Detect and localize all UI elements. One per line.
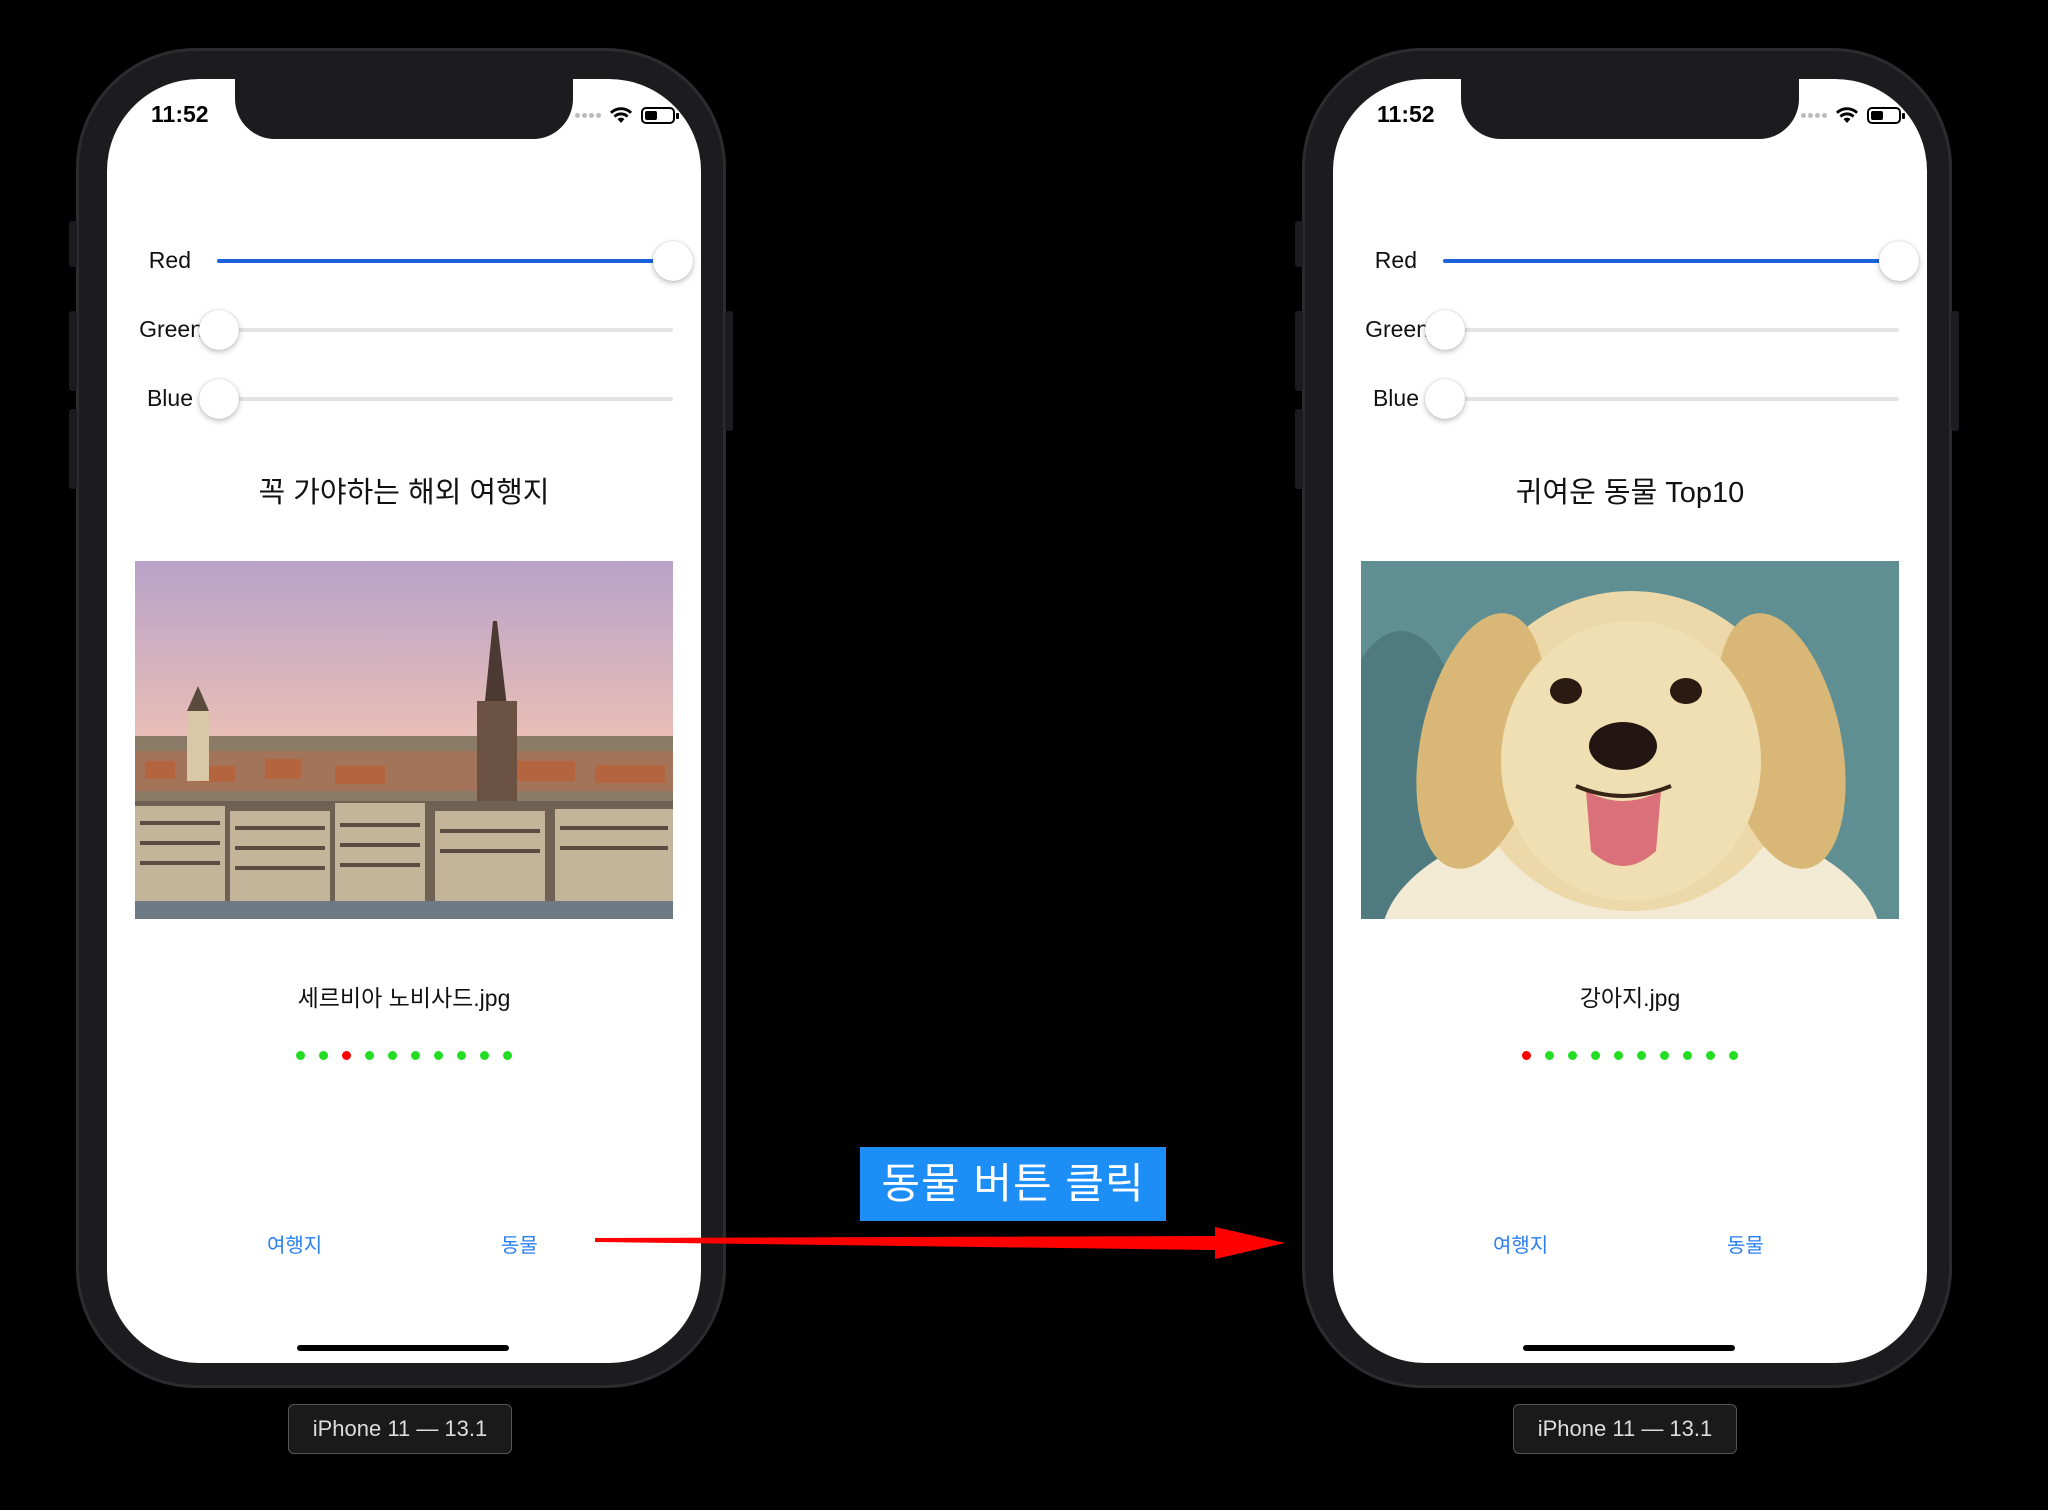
slider-red-fill: [1443, 259, 1899, 263]
image-filename: 세르비아 노비사드.jpg: [297, 985, 511, 1011]
page-dot: [1660, 1051, 1669, 1060]
slider-blue[interactable]: [199, 379, 673, 419]
signal-icon: [575, 112, 601, 118]
page-dot: [1568, 1051, 1577, 1060]
slider-row-blue: Blue: [107, 373, 701, 423]
slider-red[interactable]: [1443, 241, 1919, 281]
puppy-photo: [1361, 561, 1899, 919]
volume-up-button: [69, 311, 77, 391]
page-dot: [296, 1051, 305, 1060]
page-dot: [1683, 1051, 1692, 1060]
travel-button[interactable]: 여행지: [1493, 1229, 1548, 1258]
page-dot: [1729, 1051, 1738, 1060]
animal-button[interactable]: 동물: [1727, 1229, 1764, 1258]
slider-blue-thumb[interactable]: [1425, 379, 1465, 419]
slider-label-green: Green: [1365, 316, 1429, 342]
status-icons: [1801, 106, 1905, 124]
slider-row-green: Green: [107, 304, 701, 354]
home-indicator: [1523, 1345, 1735, 1351]
animal-button[interactable]: 동물: [501, 1229, 538, 1258]
notch: [1461, 79, 1799, 139]
page-dot: [457, 1051, 466, 1060]
slider-label-red: Red: [1374, 247, 1417, 273]
power-button: [725, 311, 733, 431]
page-indicator[interactable]: [1333, 1051, 1927, 1060]
slider-red-thumb[interactable]: [1879, 241, 1919, 281]
city-photo: [135, 561, 673, 919]
travel-button[interactable]: 여행지: [267, 1229, 322, 1258]
page-dot: [1591, 1051, 1600, 1060]
slider-red-fill: [217, 259, 673, 263]
volume-up-button: [1295, 311, 1303, 391]
slider-row-red: Red: [107, 235, 701, 285]
status-icons: [575, 106, 679, 124]
page-dot: [1522, 1051, 1531, 1060]
signal-icon: [1801, 112, 1827, 118]
slider-label-red: Red: [148, 247, 191, 273]
slider-green-thumb[interactable]: [199, 310, 239, 350]
page-dot: [480, 1051, 489, 1060]
slider-row-green: Green: [1333, 304, 1927, 354]
screen: 11:52 Red Green Blue 귀여운 동물 Top10 강아지.jp…: [1333, 79, 1927, 1363]
slider-label-blue: Blue: [146, 385, 193, 411]
slider-green[interactable]: [199, 310, 673, 350]
slider-row-red: Red: [1333, 235, 1927, 285]
page-title: 귀여운 동물 Top10: [1515, 477, 1745, 509]
page-dot: [342, 1051, 351, 1060]
page-dot: [1706, 1051, 1715, 1060]
page-dot: [1637, 1051, 1646, 1060]
slider-red[interactable]: [217, 241, 693, 281]
wifi-icon: [610, 107, 632, 123]
slider-label-blue: Blue: [1372, 385, 1419, 411]
volume-down-button: [1295, 409, 1303, 489]
slider-label-green: Green: [139, 316, 203, 342]
wifi-icon: [1836, 107, 1858, 123]
page-title: 꼭 가야하는 해외 여행지: [258, 477, 550, 509]
slider-row-blue: Blue: [1333, 373, 1927, 423]
battery-icon: [1867, 106, 1905, 124]
device-label-right: iPhone 11 — 13.1: [1513, 1404, 1737, 1454]
home-indicator: [297, 1345, 509, 1351]
right-arrow-icon: [595, 1227, 1285, 1259]
status-time: 11:52: [1377, 101, 1435, 127]
iphone-frame-right: 11:52 Red Green Blue 귀여운 동물 Top10 강아지.jp…: [1295, 48, 1959, 1388]
page-dot: [319, 1051, 328, 1060]
slider-red-thumb[interactable]: [653, 241, 693, 281]
page-dot: [365, 1051, 374, 1060]
page-dot: [1614, 1051, 1623, 1060]
screen: 11:52 Red Green Blue 꼭 가야하는 해외 여행지 세르비아 …: [107, 79, 701, 1363]
power-button: [1951, 311, 1959, 431]
page-dot: [388, 1051, 397, 1060]
silent-switch: [69, 221, 77, 267]
device-label-left: iPhone 11 — 13.1: [288, 1404, 512, 1454]
status-time: 11:52: [151, 101, 209, 127]
page-dot: [411, 1051, 420, 1060]
slider-green-thumb[interactable]: [1425, 310, 1465, 350]
silent-switch: [1295, 221, 1303, 267]
page-dot: [434, 1051, 443, 1060]
battery-icon: [641, 106, 679, 124]
image-filename: 강아지.jpg: [1579, 985, 1681, 1011]
page-dot: [1545, 1051, 1554, 1060]
page-indicator[interactable]: [107, 1051, 701, 1060]
notch: [235, 79, 573, 139]
slider-blue[interactable]: [1425, 379, 1899, 419]
slider-green[interactable]: [1425, 310, 1899, 350]
iphone-frame-left: 11:52 Red Green Blue 꼭 가야하는 해외 여행지 세르비아 …: [69, 48, 733, 1388]
slider-blue-thumb[interactable]: [199, 379, 239, 419]
volume-down-button: [69, 409, 77, 489]
page-dot: [503, 1051, 512, 1060]
callout-label: 동물 버튼 클릭: [860, 1147, 1166, 1221]
